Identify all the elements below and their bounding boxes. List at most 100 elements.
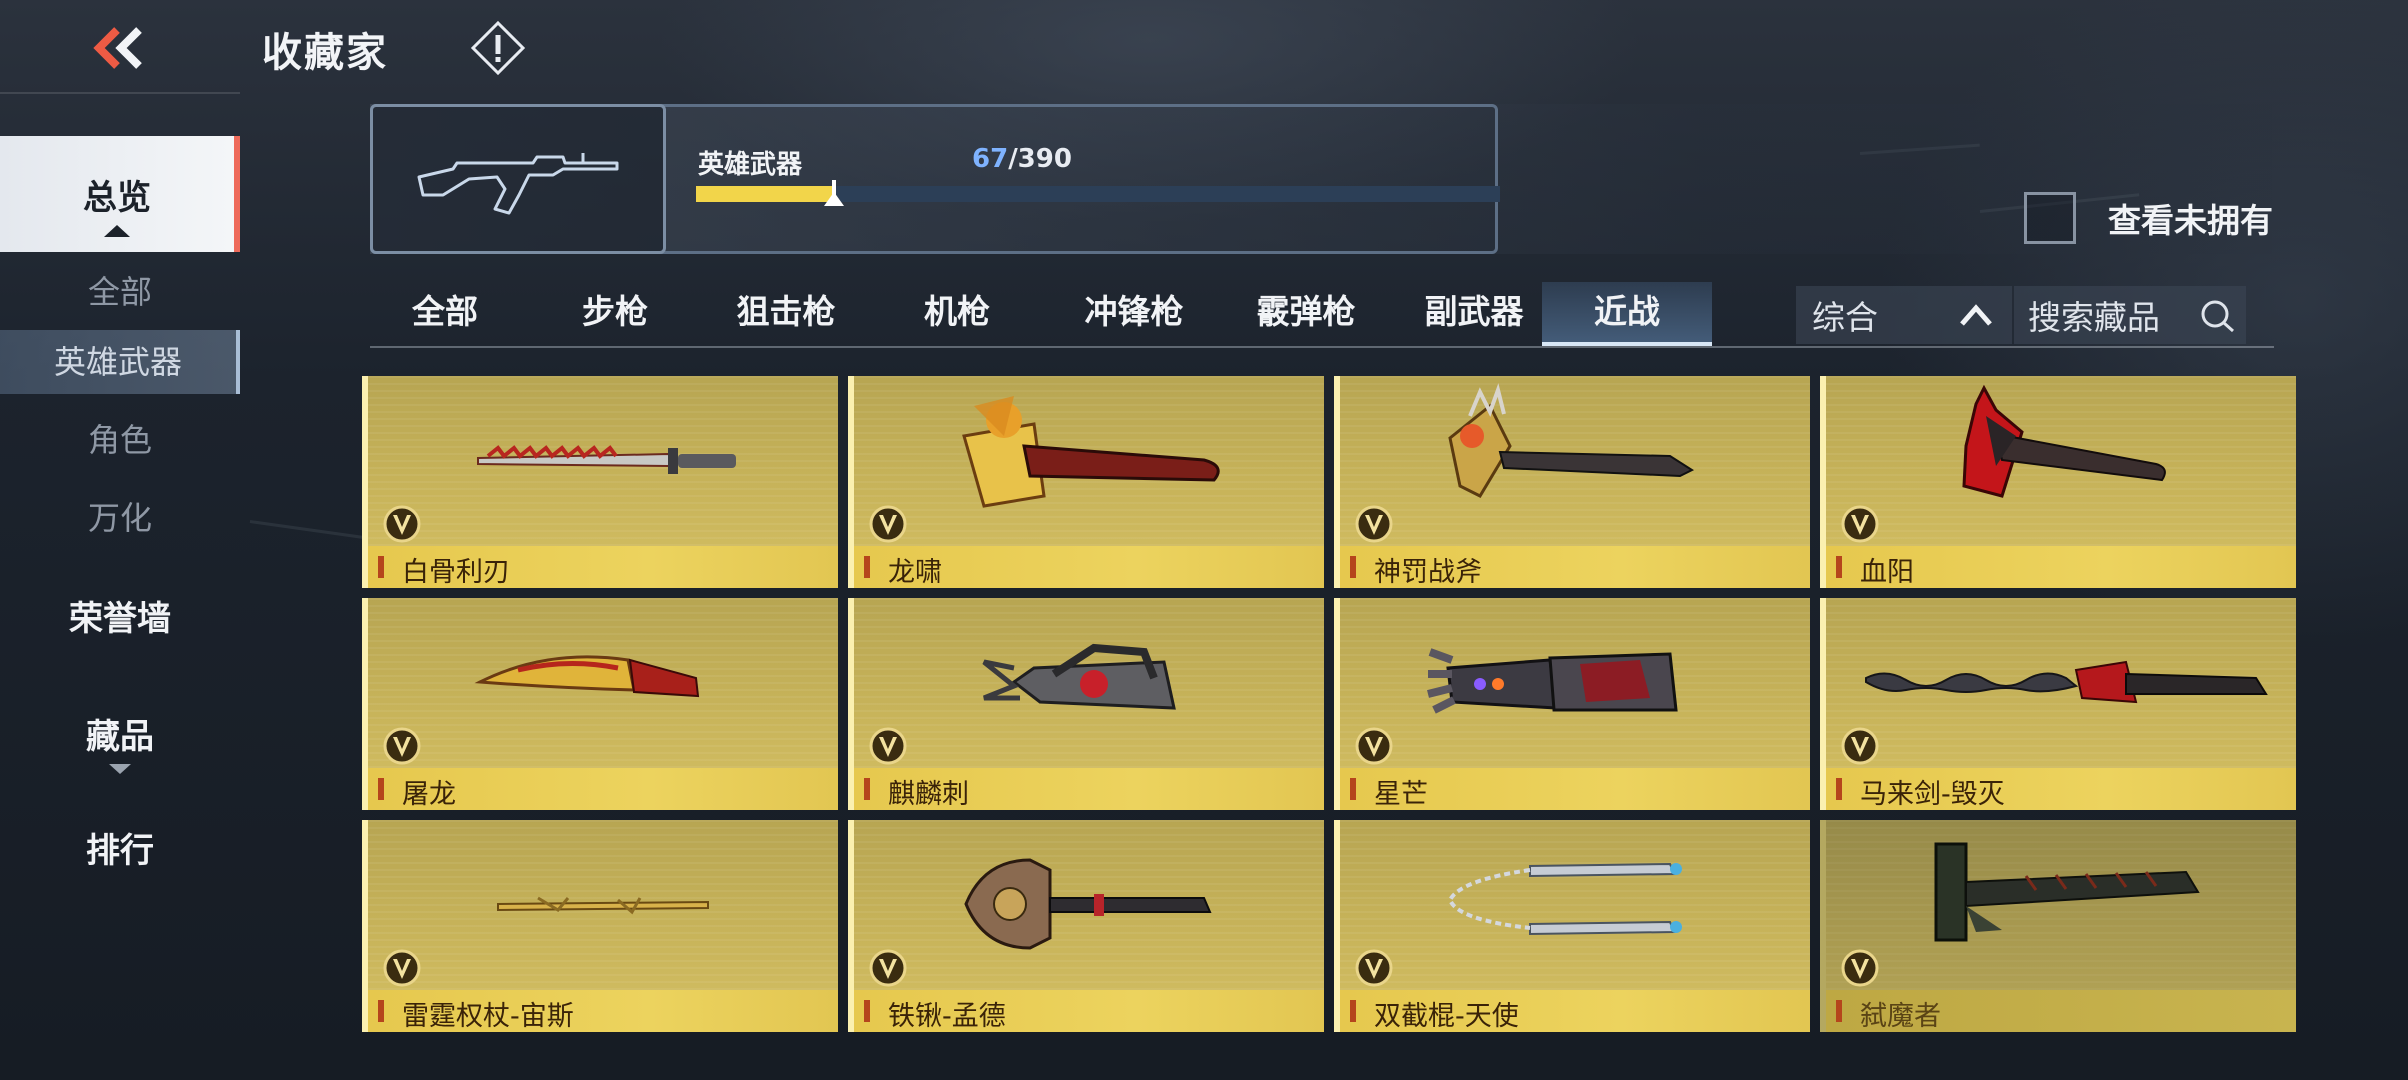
sidebar-item-collection[interactable]: 藏品 — [0, 702, 240, 774]
weapon-card[interactable]: 铁锹-孟德 — [848, 820, 1324, 1032]
collection-progress-panel: 英雄武器 67/390 — [370, 104, 2272, 254]
card-name-bar: 血阳 — [1826, 546, 2296, 588]
kris-sword-icon — [1865, 660, 2268, 704]
v-rank-badge-icon — [869, 505, 907, 543]
weapon-card[interactable]: 马来剑-毁灭 — [1820, 598, 2296, 810]
v-rank-badge-icon — [869, 949, 907, 987]
info-button[interactable] — [470, 20, 526, 76]
name-bar-accent — [1350, 1000, 1356, 1022]
name-bar-accent — [378, 556, 384, 578]
sort-selected-value: 综合 — [1812, 298, 1878, 337]
tab-melee[interactable]: 近战 — [1542, 282, 1712, 346]
expand-triangle-icon — [109, 764, 131, 774]
tab-shotgun[interactable]: 霰弹枪 — [1226, 282, 1386, 346]
weapon-name: 雷霆权杖-宙斯 — [402, 1001, 574, 1032]
tab-label: 狙击枪 — [736, 292, 836, 331]
sidebar-sub-item-wanhua[interactable]: 万化 — [0, 486, 240, 550]
progress-bar — [696, 180, 1500, 206]
card-name-bar: 星芒 — [1340, 768, 1810, 810]
name-bar-accent — [864, 778, 870, 800]
weapon-card[interactable]: 血阳 — [1820, 376, 2296, 588]
v-rank-badge-icon — [869, 727, 907, 765]
progress-fill — [696, 186, 834, 202]
name-bar-accent — [1836, 556, 1842, 578]
weapon-card[interactable]: 雷霆权杖-宙斯 — [362, 820, 838, 1032]
tab-label: 冲锋枪 — [1084, 292, 1184, 331]
weapon-card[interactable]: 白骨利刃 — [362, 376, 838, 588]
scepter-icon — [497, 896, 709, 915]
back-button[interactable] — [84, 16, 154, 80]
v-rank-badge-icon — [1355, 727, 1393, 765]
show-unowned-toggle[interactable]: 查看未拥有 — [2024, 192, 2273, 244]
bone-knife-icon — [477, 445, 736, 474]
search-input[interactable]: 搜索藏品 — [2014, 286, 2246, 344]
tab-label: 霰弹枪 — [1256, 292, 1356, 331]
v-rank-badge-icon — [383, 949, 421, 987]
weapon-card[interactable]: 双截棍-天使 — [1334, 820, 1810, 1032]
collapse-triangle-icon — [104, 225, 130, 237]
sidebar-sub-item-characters[interactable]: 角色 — [0, 408, 240, 472]
tab-all[interactable]: 全部 — [384, 282, 506, 346]
weapon-name: 血阳 — [1860, 557, 1914, 588]
sort-dropdown[interactable]: 综合 — [1796, 286, 2012, 344]
v-rank-badge-icon — [383, 727, 421, 765]
sidebar-item-label: 角色 — [87, 421, 152, 459]
tab-smg[interactable]: 冲锋枪 — [1054, 282, 1214, 346]
tab-sniper[interactable]: 狙击枪 — [714, 282, 858, 346]
v-rank-badge-icon — [1355, 505, 1393, 543]
sidebar-item-label: 总览 — [83, 178, 151, 218]
tab-secondary[interactable]: 副武器 — [1394, 282, 1554, 346]
exclamation-diamond-icon — [470, 20, 526, 76]
weapon-card[interactable]: 神罚战斧 — [1334, 376, 1810, 588]
search-placeholder: 搜索藏品 — [2028, 298, 2160, 337]
v-rank-badge-icon — [383, 505, 421, 543]
progress-current: 67 — [972, 144, 1009, 174]
name-bar-accent — [378, 778, 384, 800]
double-chevron-left-icon — [93, 27, 142, 69]
sidebar-item-honor-wall[interactable]: 荣誉墙 — [0, 584, 240, 654]
weapon-card-unowned[interactable]: 弑魔者 — [1820, 820, 2296, 1032]
claw-blade-icon — [982, 643, 1176, 710]
weapon-name: 龙啸 — [888, 557, 942, 588]
weapon-name: 铁锹-孟德 — [888, 1001, 1006, 1032]
sidebar-item-overview[interactable]: 总览 — [0, 136, 240, 252]
weapon-card[interactable]: 麒麟刺 — [848, 598, 1324, 810]
sidebar-item-ranking[interactable]: 排行 — [0, 816, 240, 886]
card-name-bar: 雷霆权杖-宙斯 — [368, 990, 838, 1032]
gauntlet-icon — [1427, 648, 1678, 714]
name-bar-accent — [1350, 778, 1356, 800]
progress-count: 67/390 — [972, 144, 1072, 174]
battle-axe-icon — [1448, 383, 1695, 498]
tab-machine-gun[interactable]: 机枪 — [896, 282, 1018, 346]
demon-blade-icon — [1934, 842, 2200, 942]
weapon-name: 屠龙 — [402, 779, 456, 810]
weapon-name: 马来剑-毁灭 — [1860, 779, 2005, 810]
tab-label: 全部 — [412, 292, 478, 331]
card-name-bar: 双截棍-天使 — [1340, 990, 1810, 1032]
weapon-card[interactable]: 龙啸 — [848, 376, 1324, 588]
weapon-grid: 白骨利刃 龙啸 神罚战斧 血阳 屠龙 麒麟刺 星芒 马来剑-毁灭 雷霆权杖-宙斯… — [362, 376, 2296, 1032]
weapon-card[interactable]: 屠龙 — [362, 598, 838, 810]
sidebar-sub-item-hero-weapons[interactable]: 英雄武器 — [0, 330, 240, 394]
weapon-name: 麒麟刺 — [888, 779, 969, 810]
name-bar-accent — [864, 1000, 870, 1022]
tab-label: 机枪 — [924, 292, 990, 331]
progress-total: /390 — [1008, 144, 1072, 174]
card-name-bar: 神罚战斧 — [1340, 546, 1810, 588]
v-rank-badge-icon — [1841, 949, 1879, 987]
card-name-bar: 弑魔者 — [1826, 990, 2296, 1032]
name-bar-accent — [378, 1000, 384, 1022]
sidebar-sub-item-all[interactable]: 全部 — [0, 260, 240, 324]
card-name-bar: 麒麟刺 — [854, 768, 1324, 810]
tab-rifle[interactable]: 步枪 — [554, 282, 676, 346]
card-name-bar: 马来剑-毁灭 — [1826, 768, 2296, 810]
show-unowned-checkbox[interactable] — [2024, 192, 2076, 244]
shovel-icon — [964, 858, 1212, 950]
name-bar-accent — [864, 556, 870, 578]
v-rank-badge-icon — [1355, 949, 1393, 987]
weapon-card[interactable]: 星芒 — [1334, 598, 1810, 810]
category-icon-box — [370, 104, 666, 254]
search-icon[interactable] — [2198, 296, 2238, 336]
card-name-bar: 白骨利刃 — [368, 546, 838, 588]
tab-label: 近战 — [1594, 292, 1660, 331]
